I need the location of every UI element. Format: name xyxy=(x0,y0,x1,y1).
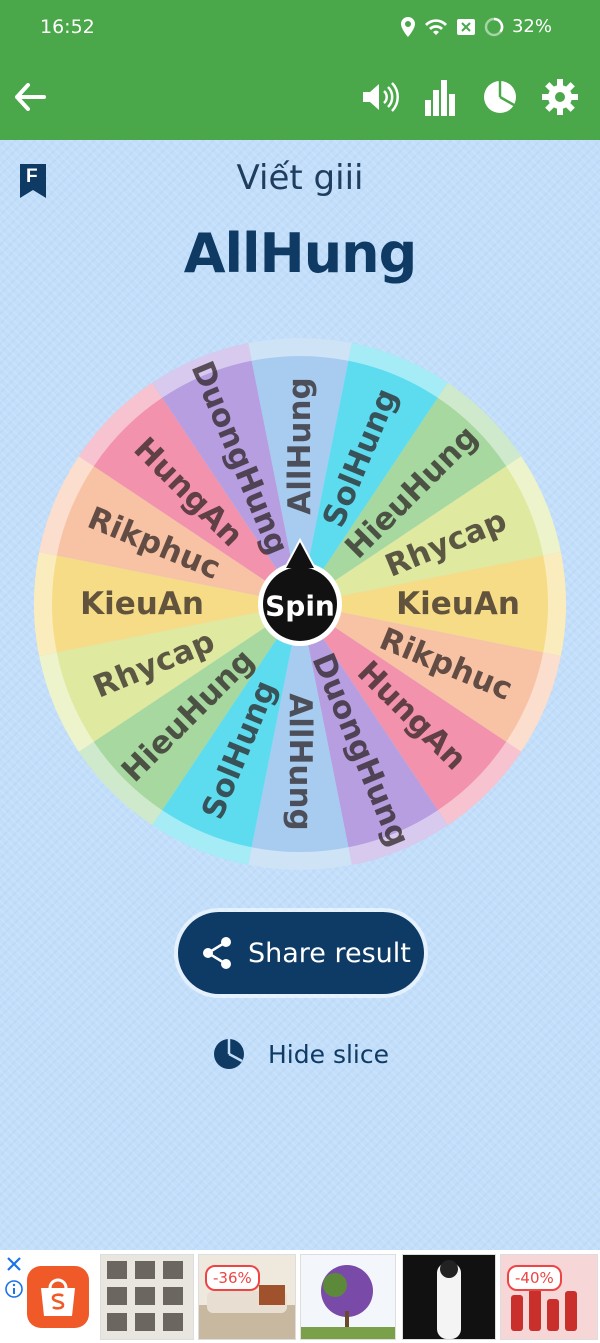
share-label: Share result xyxy=(248,937,411,969)
info-icon[interactable] xyxy=(5,1280,23,1298)
hide-slice-button[interactable]: Hide slice xyxy=(212,1034,389,1074)
bar-chart-icon xyxy=(425,80,455,116)
gear-icon xyxy=(542,79,578,115)
location-icon xyxy=(400,16,415,37)
stats-button[interactable] xyxy=(420,77,460,117)
ad-thumbnail[interactable] xyxy=(402,1254,496,1340)
pie-chart-icon xyxy=(484,81,516,113)
status-time: 16:52 xyxy=(40,16,95,38)
ad-thumbnail[interactable]: -40% xyxy=(500,1254,598,1340)
wheel-title: Viết giii xyxy=(236,158,364,198)
share-icon xyxy=(203,937,231,969)
slice-label: AllHung xyxy=(282,693,318,831)
ad-banner[interactable]: -36% -40% xyxy=(0,1250,600,1343)
ad-thumbnail[interactable] xyxy=(300,1254,396,1340)
discount-badge: -36% xyxy=(205,1265,260,1291)
speaker-icon xyxy=(363,82,399,112)
ad-thumbnail[interactable] xyxy=(100,1254,194,1340)
share-result-button[interactable]: Share result xyxy=(178,912,424,994)
arrow-left-icon xyxy=(15,83,46,111)
pie-chart-icon xyxy=(214,1039,244,1069)
pie-button[interactable] xyxy=(480,77,520,117)
ad-thumbnail[interactable]: -36% xyxy=(198,1254,296,1340)
result-label: AllHung xyxy=(183,222,418,285)
close-icon[interactable] xyxy=(6,1256,22,1272)
battery-icon xyxy=(484,17,504,36)
slice-label: KieuAn xyxy=(396,586,520,622)
hide-slice-label: Hide slice xyxy=(268,1039,389,1069)
wifi-icon xyxy=(424,18,447,35)
back-button[interactable] xyxy=(10,77,50,117)
no-sim-icon xyxy=(456,18,475,35)
slice-label: KieuAn xyxy=(80,586,204,622)
status-bar: 16:52 32% xyxy=(0,0,600,54)
slice-label: AllHung xyxy=(282,377,318,515)
discount-badge: -40% xyxy=(507,1265,562,1291)
app-bar xyxy=(0,54,600,140)
settings-button[interactable] xyxy=(540,77,580,117)
battery-percent: 32% xyxy=(511,16,552,37)
shopping-bag-icon xyxy=(27,1266,89,1328)
spin-label: Spin xyxy=(265,590,335,623)
spin-wheel[interactable]: AllHungSolHungHieuHungRhycapKieuAnRikphu… xyxy=(32,336,568,872)
sound-button[interactable] xyxy=(360,77,400,117)
